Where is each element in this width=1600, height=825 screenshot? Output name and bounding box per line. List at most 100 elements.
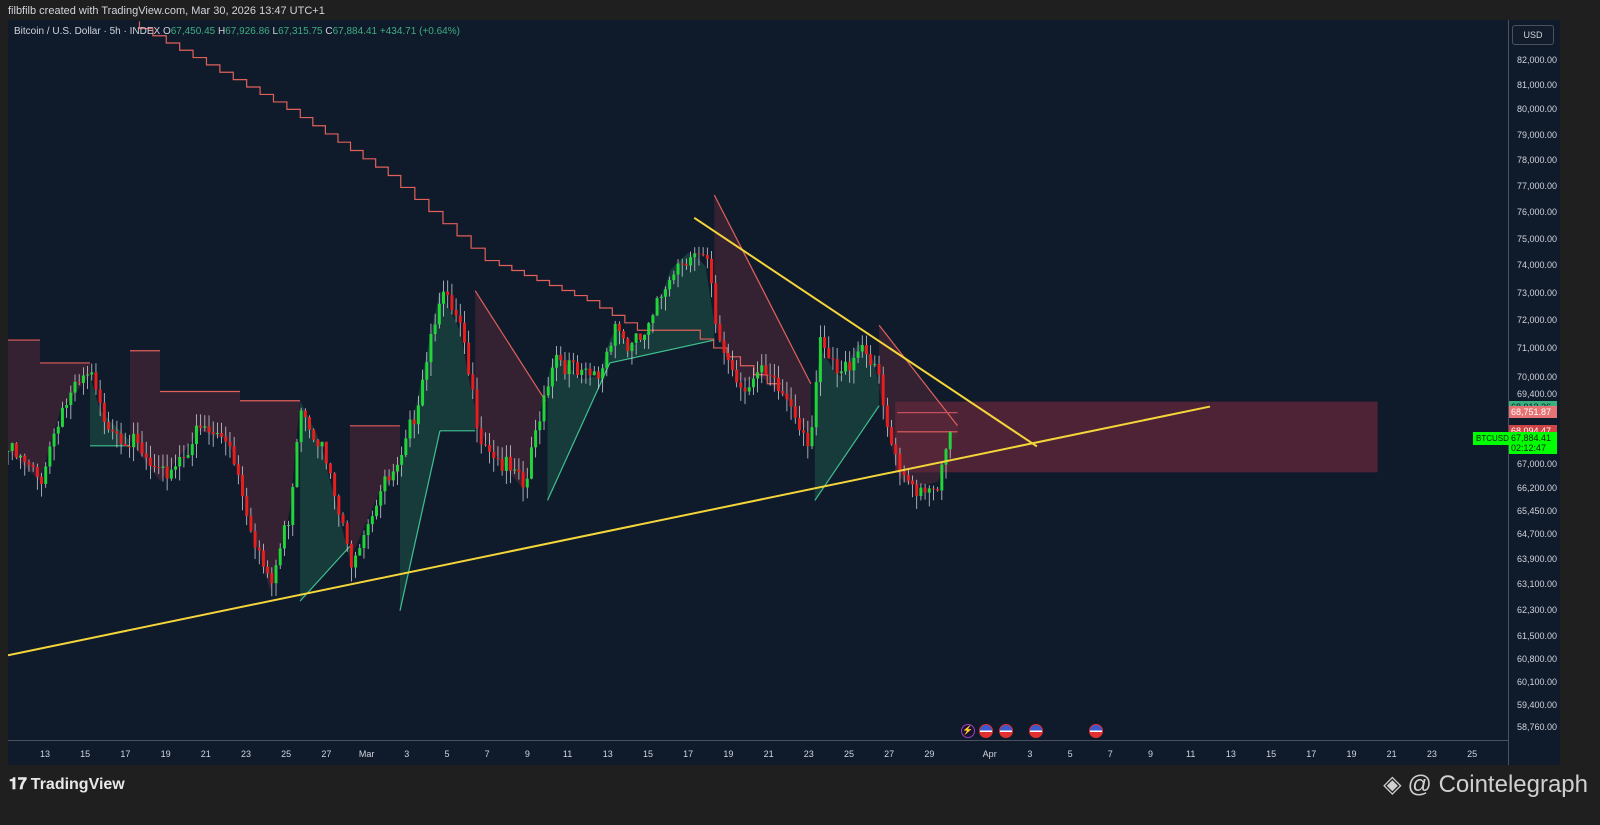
candle-body	[906, 475, 910, 481]
candle-body	[236, 464, 240, 475]
supertrend-fill-up	[609, 252, 715, 363]
candle-body	[345, 523, 349, 544]
tradingview-logo-icon: 𝟏𝟕	[9, 776, 27, 793]
candle-body	[802, 430, 806, 433]
candle-body	[433, 324, 437, 335]
supertrend-fill-up	[300, 400, 350, 602]
candle-body	[379, 491, 383, 506]
us-flag-icon[interactable]	[978, 724, 993, 738]
candle-body	[102, 402, 106, 422]
price-axis[interactable]: USD 82,000.00 81,000.00 80,000.00 79,000.00…	[1508, 20, 1561, 765]
candle-body	[806, 432, 810, 447]
tradingview-logo[interactable]: 𝟏𝟕 TradingView	[9, 776, 125, 794]
candle-body	[178, 457, 182, 467]
candle-body	[341, 514, 345, 524]
candle-body	[948, 432, 952, 450]
candle-body	[726, 352, 730, 361]
candle-body	[370, 516, 374, 525]
bar-countdown: 02:12:47	[1511, 443, 1547, 453]
time-tick: 17	[1306, 749, 1317, 759]
resistance-zone	[895, 401, 1378, 473]
open-label: O	[162, 26, 171, 37]
candle-body	[848, 361, 852, 371]
price-tick: 76,000.00	[1517, 207, 1558, 218]
time-tick: 15	[1266, 749, 1277, 759]
supertrend-fill-down	[714, 195, 811, 434]
us-flag-icon[interactable]	[998, 724, 1013, 738]
candle-body	[517, 469, 521, 473]
candle-body	[391, 471, 395, 481]
candle-body	[902, 471, 906, 476]
symbol-price-tag: BTCUSD	[1473, 432, 1512, 445]
candle-body	[186, 455, 190, 458]
candle-body	[601, 368, 605, 379]
price-tick: 71,000.00	[1517, 343, 1558, 354]
candle-body	[190, 444, 194, 456]
candle-body	[751, 378, 755, 388]
candle-body	[303, 410, 307, 418]
time-tick: 19	[160, 749, 171, 759]
time-axis[interactable]: 13 15 17 19 21 23 25 27 Mar 3 5 7 9 11 13 15 17 19 21 23 25 2…	[8, 740, 1508, 766]
time-tick: 3	[1027, 749, 1033, 759]
candle-body	[785, 393, 789, 400]
candle-body	[23, 455, 27, 462]
candle-body	[115, 431, 119, 434]
currency-button[interactable]: USD	[1512, 25, 1554, 45]
time-tick: 19	[1346, 749, 1357, 759]
candle-body	[40, 476, 44, 484]
candle-body	[617, 323, 621, 332]
time-tick: 11	[1186, 749, 1196, 759]
time-tick: 23	[803, 749, 814, 759]
candle-body	[563, 360, 567, 375]
candle-body	[328, 463, 332, 474]
candle-body	[747, 387, 751, 392]
candle-body	[839, 371, 843, 374]
time-tick: 7	[1107, 749, 1113, 759]
candle-body	[111, 429, 115, 432]
candle-body	[140, 442, 144, 454]
candle-body	[546, 386, 550, 396]
candle-body	[107, 421, 111, 430]
price-tick: 70,000.00	[1517, 371, 1558, 382]
candle-body	[689, 257, 693, 266]
candle-body	[588, 368, 592, 376]
diamond-logo-icon: ◈	[1383, 771, 1402, 798]
candle-body	[354, 555, 358, 568]
us-flag-icon[interactable]	[1028, 724, 1043, 738]
flash-icon[interactable]: ⚡	[960, 724, 975, 738]
candle-body	[911, 480, 915, 485]
candle-body	[697, 253, 701, 255]
time-tick: 29	[924, 749, 935, 759]
candle-body	[35, 467, 39, 477]
candle-body	[161, 466, 165, 468]
candle-body	[668, 280, 672, 290]
candle-body	[756, 372, 760, 379]
candle-body	[429, 334, 433, 363]
candle-body	[718, 323, 722, 341]
candle-body	[693, 253, 697, 258]
candle-body	[860, 345, 864, 352]
supertrend-fill-down	[239, 400, 301, 591]
candle-body	[596, 371, 600, 379]
price-tick: 60,800.00	[1517, 653, 1558, 664]
candle-body	[153, 465, 157, 468]
time-tick: 15	[642, 749, 654, 759]
candle-body	[818, 337, 822, 383]
candle-body	[789, 399, 793, 407]
candle-body	[927, 488, 931, 493]
candle-body	[366, 524, 370, 536]
candle-body	[764, 365, 768, 375]
candle-body	[94, 372, 98, 390]
close-label: C	[325, 26, 333, 37]
price-chart[interactable]	[8, 20, 1508, 740]
time-tick: 5	[444, 749, 450, 759]
price-tick: 61,500.00	[1517, 630, 1558, 641]
price-tick: 65,450.00	[1517, 506, 1558, 517]
time-tick: 15	[80, 749, 91, 759]
symbol-name[interactable]: Bitcoin / U.S. Dollar · 5h · INDEX	[14, 26, 160, 37]
candle-body	[529, 447, 533, 479]
candle-body	[827, 347, 831, 359]
time-tick: 21	[763, 749, 774, 759]
candle-body	[224, 436, 228, 442]
candle-body	[559, 354, 563, 361]
